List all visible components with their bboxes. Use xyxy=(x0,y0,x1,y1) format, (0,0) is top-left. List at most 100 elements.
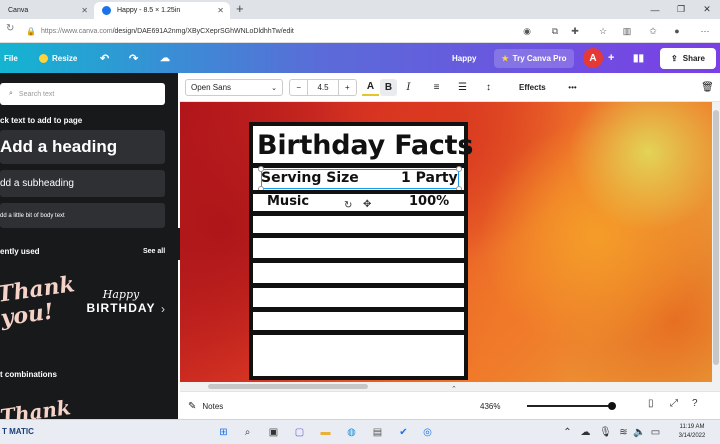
tray-chevron-icon[interactable]: ⌃ xyxy=(560,425,575,440)
rotate-icon[interactable]: ↻ xyxy=(344,200,352,211)
thank-you-template[interactable]: Thank you! xyxy=(0,271,76,349)
undo-icon[interactable]: ↶ xyxy=(100,43,109,73)
row-value[interactable]: 100% xyxy=(409,194,449,209)
happy-birthday-template[interactable]: Happy BIRTHDAY xyxy=(82,288,160,315)
battery-icon[interactable]: ▭ xyxy=(648,425,663,440)
url-host: https://www.canva.com xyxy=(40,27,113,35)
notes-button[interactable]: ✎ Notes xyxy=(188,392,223,420)
decrease-size-button[interactable]: − xyxy=(290,83,307,92)
more-options-icon[interactable]: ⋯ xyxy=(698,24,712,38)
mic-icon[interactable]: 🎙 xyxy=(598,425,613,440)
chevron-right-icon[interactable]: › xyxy=(161,302,165,316)
font-family-dropdown[interactable]: Open Sans ⌄ xyxy=(185,79,283,96)
divider xyxy=(253,307,464,312)
try-canva-pro-button[interactable]: ★ Try Canva Pro xyxy=(494,49,574,68)
thank-combination-template[interactable]: Thank xyxy=(0,395,72,419)
file-explorer-icon[interactable]: ▬ xyxy=(318,425,333,440)
search-text-input[interactable]: ⌕ Search text xyxy=(0,83,165,105)
horizontal-scrollbar[interactable] xyxy=(180,382,720,391)
row-value[interactable]: 1 Party xyxy=(401,170,458,186)
volume-icon[interactable]: 🔈 xyxy=(632,425,647,440)
zoom-slider-knob[interactable] xyxy=(608,402,616,410)
document-title[interactable]: Happy xyxy=(452,43,476,73)
row-label[interactable]: Serving Size xyxy=(261,170,359,186)
store-icon[interactable]: ▤ xyxy=(370,425,385,440)
close-tab-icon[interactable]: ✕ xyxy=(217,6,224,15)
url-field[interactable]: 🔒 https://www.canva.com /design/DAE691A2… xyxy=(26,23,496,39)
browser-tab-happy[interactable]: Happy - 8.5 × 1.25in ✕ xyxy=(94,2,230,19)
zoom-percent[interactable]: 436% xyxy=(480,392,500,420)
scroll-thumb[interactable] xyxy=(713,110,719,365)
text-color-button[interactable]: A xyxy=(362,79,379,96)
collections-icon[interactable]: ⧉ xyxy=(548,24,562,38)
close-tab-icon[interactable]: ✕ xyxy=(81,6,88,15)
facts-title[interactable]: Birthday Facts xyxy=(257,130,473,161)
window-controls: — ❐ ✕ xyxy=(642,0,720,19)
resize-button[interactable]: Resize xyxy=(39,43,77,73)
spacing-icon[interactable]: ↕ xyxy=(480,79,497,96)
help-icon[interactable]: ? xyxy=(692,398,698,409)
new-tab-button[interactable]: + xyxy=(236,1,244,16)
insights-icon[interactable]: ▮▮ xyxy=(633,43,644,73)
search-placeholder: Search text xyxy=(18,90,55,98)
collections-star-icon[interactable]: ✩ xyxy=(646,24,660,38)
notes-label: Notes xyxy=(202,401,224,411)
list-icon[interactable]: ☰ xyxy=(454,79,471,96)
add-body-text-button[interactable]: dd a little bit of body text xyxy=(0,203,165,228)
start-menu-icon[interactable]: ⊞ xyxy=(216,425,231,440)
minimize-icon[interactable]: — xyxy=(642,5,668,15)
split-icon[interactable]: ▥ xyxy=(620,24,634,38)
wifi-icon[interactable]: ≋ xyxy=(616,425,631,440)
avatar[interactable]: A xyxy=(583,48,603,68)
file-menu-button[interactable]: File xyxy=(4,43,18,73)
notes-icon: ✎ xyxy=(188,400,197,412)
onedrive-icon[interactable]: ☁ xyxy=(578,425,593,440)
edge-browser-icon[interactable]: ◍ xyxy=(344,425,359,440)
birthday-facts-label[interactable]: Birthday Facts Serving Size 1 Party Musi… xyxy=(249,122,473,380)
share-button[interactable]: ⇪ Share xyxy=(660,48,716,69)
effects-button[interactable]: Effects xyxy=(519,79,546,96)
zoom-slider-track[interactable] xyxy=(527,405,612,407)
align-center-icon[interactable]: ≡ xyxy=(428,79,445,96)
increase-size-button[interactable]: + xyxy=(339,83,356,92)
chevron-down-icon: ⌄ xyxy=(271,84,277,92)
add-collaborator-icon[interactable]: + xyxy=(608,43,614,73)
italic-button[interactable]: I xyxy=(400,79,417,96)
app-icon[interactable]: ◎ xyxy=(420,425,435,440)
search-icon: ⌕ xyxy=(9,90,13,97)
vertical-scrollbar[interactable] xyxy=(712,102,720,382)
divider xyxy=(253,233,464,238)
more-options-button[interactable]: ••• xyxy=(564,79,581,96)
taskbar-app-label[interactable]: T MATIC xyxy=(2,427,34,436)
trash-icon[interactable]: 🗑 xyxy=(699,79,716,96)
lock-icon: 🔒 xyxy=(26,26,36,36)
refresh-icon[interactable]: ↻ xyxy=(6,23,14,34)
favorites-icon[interactable]: ☆ xyxy=(596,24,610,38)
windows-taskbar: T MATIC ⊞ ⌕ ▣ ▢ ▬ ◍ ▤ ✔ ◎ ⌃ ☁ 🎙 ≋ 🔈 ▭ 11… xyxy=(0,419,720,444)
move-icon[interactable]: ✥ xyxy=(363,199,371,210)
browser-tab-canva[interactable]: Canva ✕ xyxy=(0,2,94,19)
profile-icon[interactable]: ● xyxy=(670,24,684,38)
puzzle-icon[interactable]: ✚ xyxy=(568,24,582,38)
bold-button[interactable]: B xyxy=(380,79,397,96)
extension-icon[interactable]: ◉ xyxy=(520,24,534,38)
taskbar-clock[interactable]: 11:19 AM 3/14/2022 xyxy=(666,423,718,441)
fullscreen-icon[interactable]: ⤢ xyxy=(670,398,678,409)
page-count-icon[interactable]: ▯ xyxy=(648,398,654,409)
add-subheading-button[interactable]: dd a subheading xyxy=(0,170,165,197)
scroll-thumb[interactable] xyxy=(208,384,368,389)
redo-icon[interactable]: ↷ xyxy=(129,43,138,73)
url-path: /design/DAE691A2nmg/XByCXeprSGhWNLoDldhh… xyxy=(112,27,294,35)
row-label[interactable]: Music xyxy=(267,194,309,209)
task-view-icon[interactable]: ▣ xyxy=(266,425,281,440)
close-window-icon[interactable]: ✕ xyxy=(694,4,720,15)
maximize-icon[interactable]: ❐ xyxy=(668,4,694,15)
add-heading-button[interactable]: Add a heading xyxy=(0,130,165,164)
share-label: Share xyxy=(682,54,705,63)
see-all-link[interactable]: See all xyxy=(143,248,165,255)
chat-icon[interactable]: ▢ xyxy=(292,425,307,440)
todo-icon[interactable]: ✔ xyxy=(396,425,411,440)
font-combinations-heading: t combinations xyxy=(0,370,57,379)
search-icon[interactable]: ⌕ xyxy=(240,425,255,440)
font-size-input[interactable]: 4.5 xyxy=(307,80,339,95)
